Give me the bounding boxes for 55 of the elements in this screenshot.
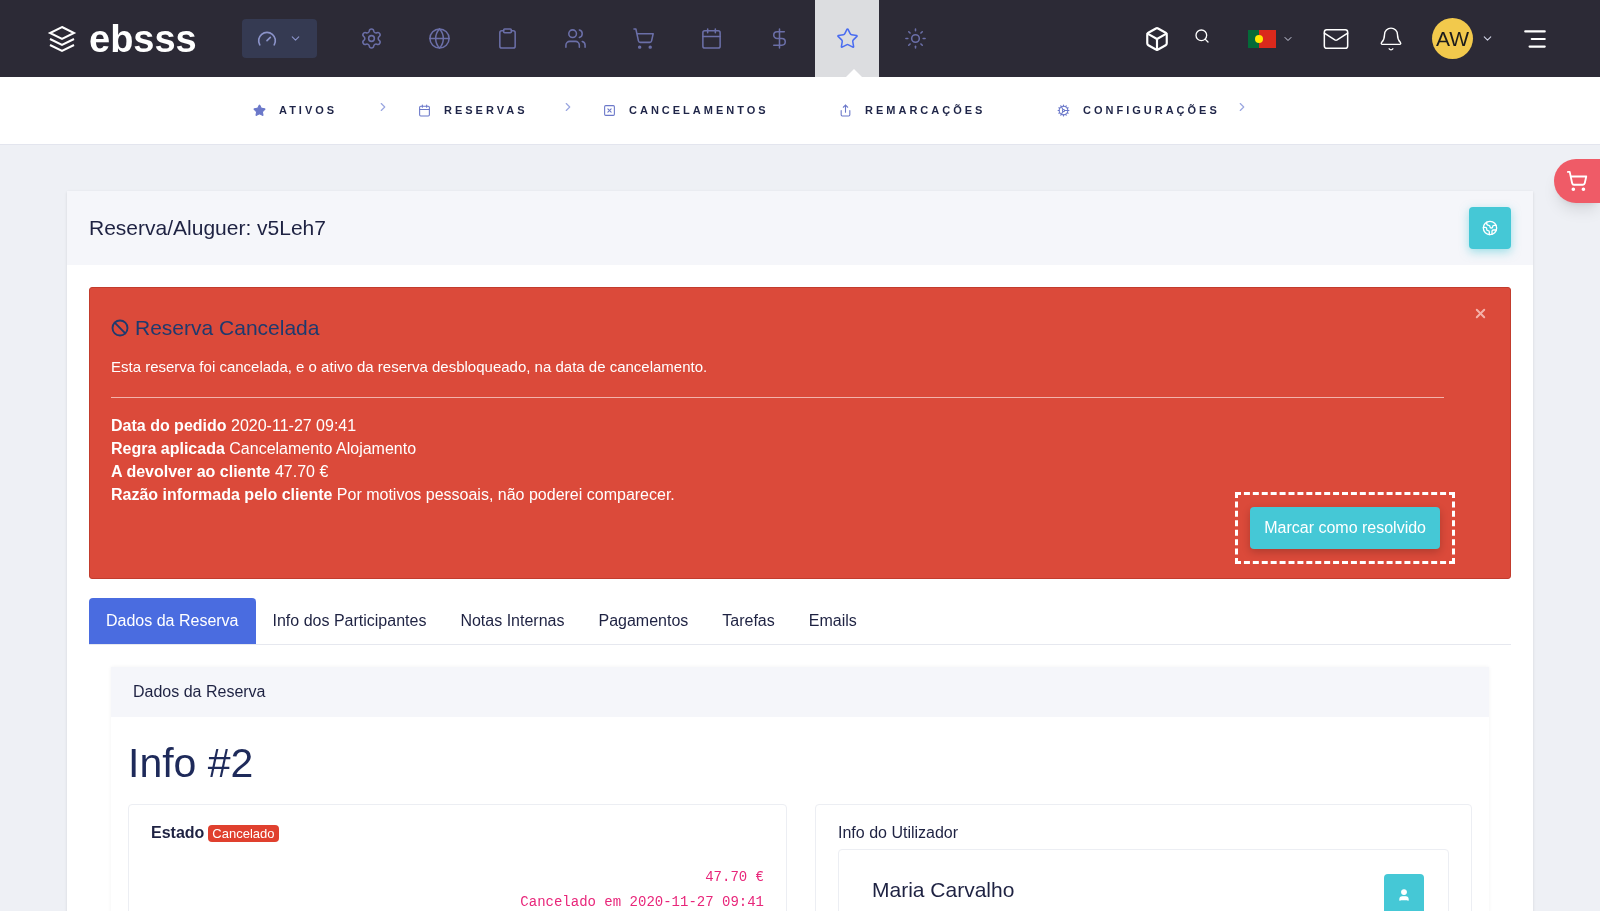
alert-message: Esta reserva foi cancelada, e o ativo da reserva desbloqueado, na data de cancelamento. <box>111 356 709 377</box>
sub-nav-link[interactable]: REMARCAÇÕES <box>839 102 986 119</box>
tab[interactable]: Notas Internas <box>443 598 582 644</box>
users-icon <box>563 27 587 50</box>
alert-field: Regra aplicada Cancelamento Alojamento <box>111 439 1489 459</box>
settings-icon <box>359 27 383 50</box>
cart-icon <box>631 27 655 50</box>
page-title: Reserva/Aluguer: v5Leh7 <box>89 215 326 242</box>
brand-name: ebsss <box>89 19 197 58</box>
user-name: Maria Carvalho <box>872 877 1015 903</box>
x-square-icon <box>603 104 616 117</box>
alert-field: Data do pedido 2020-11-27 09:41 <box>111 416 1489 436</box>
alert-field: Razão informada pelo cliente Por motivos pessoais, não poderei comparecer. <box>111 485 1489 505</box>
tab[interactable]: Pagamentos <box>581 598 706 644</box>
cart-float-button[interactable] <box>1554 159 1600 203</box>
search-icon[interactable] <box>1194 27 1210 44</box>
info-heading: Info #2 <box>127 743 255 784</box>
user-avatar[interactable]: AW <box>1432 18 1473 59</box>
tab[interactable]: Tarefas <box>705 598 792 644</box>
user-button[interactable] <box>1384 874 1424 911</box>
portugal-flag-icon[interactable] <box>1248 29 1276 48</box>
user-icon <box>1397 888 1411 902</box>
tab[interactable]: Info dos Participantes <box>255 598 444 644</box>
sub-nav-link[interactable]: CONFIGURAÇÕES <box>1057 102 1220 119</box>
globe-button[interactable] <box>1469 207 1511 249</box>
calendar-icon <box>699 27 723 50</box>
sub-nav-link[interactable]: RESERVAS <box>418 102 528 119</box>
alert-title: Reserva Cancelada <box>135 315 320 341</box>
sun-icon <box>903 27 927 50</box>
cogs-icon <box>1057 104 1070 117</box>
cart-icon <box>1566 170 1588 192</box>
globe-icon <box>427 27 451 50</box>
status-badge: Cancelado <box>208 824 279 842</box>
logo-icon <box>47 23 77 54</box>
cube-icon[interactable] <box>1144 25 1170 52</box>
nav-icon-button[interactable] <box>815 0 879 77</box>
sub-nav-link[interactable]: ATIVOS <box>253 102 338 119</box>
star-icon <box>253 104 266 117</box>
star-icon <box>835 27 859 50</box>
alert-field: A devolver ao cliente 47.70 € <box>111 462 1489 482</box>
sub-nav-link[interactable]: CANCELAMENTOS <box>603 102 769 119</box>
user-card-title: Info do Utilizador <box>838 823 960 843</box>
calendar-icon <box>418 104 431 117</box>
bell-icon[interactable] <box>1378 25 1404 52</box>
amount-text: 47.70 € <box>705 868 764 887</box>
tab[interactable]: Emails <box>791 598 874 644</box>
ban-icon <box>111 318 129 337</box>
cancelled-date: Cancelado em 2020-11-27 09:41 <box>520 893 764 911</box>
share-icon <box>839 104 852 117</box>
close-button[interactable] <box>1473 306 1488 321</box>
tab[interactable]: Dados da Reserva <box>89 598 256 644</box>
status-label: Estado <box>151 823 205 843</box>
panel-title: Dados da Reserva <box>133 682 266 702</box>
globe-icon <box>1482 220 1498 236</box>
dashboard-dropdown[interactable] <box>242 19 317 58</box>
